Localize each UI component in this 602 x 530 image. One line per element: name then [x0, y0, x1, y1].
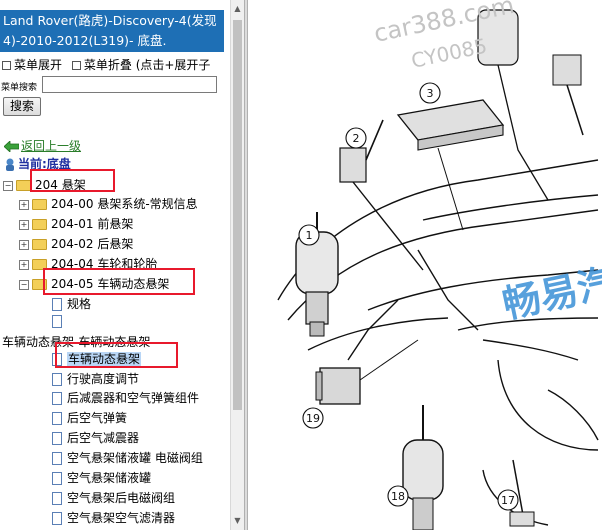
tree-doc-item[interactable]: 空气悬架后电磁阀组	[52, 489, 175, 506]
collapse-icon[interactable]: −	[3, 180, 13, 191]
callout-1-label: 1	[306, 229, 313, 242]
document-icon	[52, 373, 62, 386]
rear-components	[477, 9, 584, 201]
back-link-row[interactable]: 返回上一级	[3, 137, 81, 154]
highlight-box	[30, 169, 115, 192]
tree-doc-item[interactable]: 后空气减震器	[52, 429, 139, 446]
callout-18-label: 18	[391, 490, 405, 503]
tree-doc-label[interactable]: 空气悬架空气滤清器	[67, 511, 175, 525]
back-link[interactable]: 返回上一级	[21, 139, 81, 153]
document-icon	[52, 432, 62, 445]
folder-icon	[32, 199, 47, 210]
back-arrow-icon	[3, 140, 20, 153]
tree-doc-label[interactable]: 规格	[67, 297, 91, 311]
menu-controls: 菜单展开 菜单折叠 (点击+展开子	[2, 56, 210, 73]
document-icon	[52, 452, 62, 465]
expand-icon[interactable]: +	[19, 219, 29, 230]
callout-17-label: 17	[501, 494, 515, 507]
document-icon	[52, 512, 62, 525]
tree-doc-item[interactable]	[52, 314, 67, 328]
highlight-box	[43, 268, 195, 295]
search-label: 菜单搜索	[1, 83, 38, 93]
vertical-scrollbar[interactable]: ▲ ▼	[230, 0, 244, 530]
tree-section-label[interactable]: 204-02 后悬架	[51, 237, 133, 251]
callout-2-label: 2	[353, 132, 360, 145]
tree-doc-item[interactable]: 规格	[52, 295, 91, 312]
tree-doc-label[interactable]: 空气悬架储液罐	[67, 471, 151, 485]
tree-doc-item[interactable]: 空气悬架空气滤清器	[52, 509, 175, 526]
valve-block	[315, 339, 419, 405]
scroll-down-arrow-icon[interactable]: ▼	[231, 514, 244, 528]
navigation-pane: Land Rover(路虎)-Discovery-4(发现4)-2010-201…	[0, 0, 230, 530]
watermark-brand: 畅易汽	[499, 260, 602, 327]
scroll-up-arrow-icon[interactable]: ▲	[231, 2, 244, 16]
tree-doc-label[interactable]: 空气悬架储液罐 电磁阀组	[67, 451, 203, 465]
location-icon	[6, 158, 14, 171]
tree-section-label[interactable]: 204-00 悬架系统-常规信息	[51, 197, 198, 211]
suspension-diagram: 1 2 3 17 18 19 car388.com CY0085 畅易汽	[277, 0, 602, 530]
tree-doc-item[interactable]: 空气悬架储液罐 电磁阀组	[52, 449, 203, 466]
folder-icon	[32, 239, 47, 250]
callout-19-label: 19	[306, 412, 320, 425]
tree-doc-label[interactable]: 空气悬架后电磁阀组	[67, 491, 175, 505]
tree-section[interactable]: +204-02 后悬架	[19, 235, 133, 252]
highlight-box	[55, 342, 178, 368]
watermark-top-code: CY0085	[409, 33, 489, 72]
tree-doc-item[interactable]: 空气悬架储液罐	[52, 469, 151, 486]
suspension-control-module	[396, 99, 505, 231]
document-icon	[52, 392, 62, 405]
tree-doc-item[interactable]: 后减震器和空气弹簧组件	[52, 389, 199, 406]
expand-icon[interactable]: +	[19, 239, 29, 250]
page-title: Land Rover(路虎)-Discovery-4(发现4)-2010-201…	[0, 10, 224, 52]
expand-icon[interactable]: +	[19, 259, 29, 270]
tree-doc-label[interactable]: 后空气弹簧	[67, 411, 127, 425]
tree-section[interactable]: +204-01 前悬架	[19, 215, 133, 232]
search-input[interactable]	[42, 76, 217, 93]
collapse-icon[interactable]: −	[19, 279, 29, 290]
folder-open-icon	[16, 180, 31, 191]
tree-doc-label[interactable]: 后空气减震器	[67, 431, 139, 445]
tree-section-label[interactable]: 204-01 前悬架	[51, 217, 133, 231]
tree-doc-label[interactable]: 行驶高度调节	[67, 372, 139, 386]
document-icon	[52, 412, 62, 425]
tree-doc-item[interactable]: 后空气弹簧	[52, 409, 127, 426]
expand-checkbox-icon[interactable]	[2, 61, 11, 70]
search-button[interactable]: 搜索	[3, 97, 41, 116]
collapse-checkbox-icon[interactable]	[71, 61, 81, 70]
document-icon	[52, 472, 62, 485]
diagram-pane: 1 2 3 17 18 19 car388.com CY0085 畅易汽	[248, 0, 602, 530]
document-icon	[52, 315, 62, 328]
document-icon	[52, 298, 62, 311]
menu-collapse-link[interactable]: 菜单折叠	[84, 58, 132, 72]
menu-hint: (点击+展开子	[135, 58, 211, 72]
expand-icon[interactable]: +	[19, 199, 29, 210]
callout-3-label: 3	[427, 87, 434, 100]
tree-doc-item[interactable]: 行驶高度调节	[52, 370, 139, 387]
air-spring-rear	[402, 405, 444, 530]
folder-icon	[32, 219, 47, 230]
tree-section[interactable]: +204-00 悬架系统-常规信息	[19, 195, 198, 212]
document-icon	[52, 492, 62, 505]
menu-expand-link[interactable]: 菜单展开	[14, 58, 62, 72]
tree-doc-label[interactable]: 后减震器和空气弹簧组件	[67, 391, 199, 405]
scrollbar-thumb[interactable]	[233, 20, 242, 410]
